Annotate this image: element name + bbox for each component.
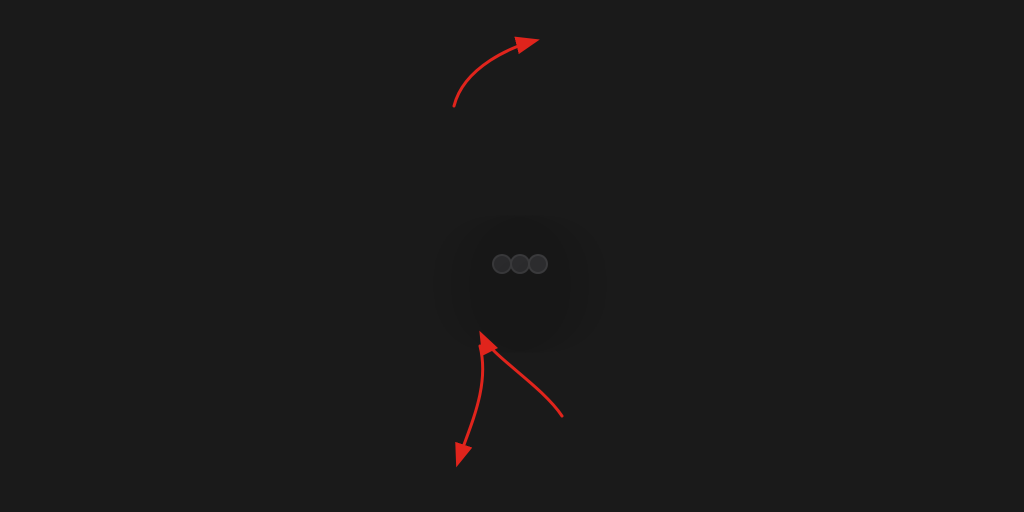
red-arrow-3 — [410, 336, 510, 476]
phone-frame-3: 3:00 ▐▐▐ WiFi ▮ General Software Update … — [530, 256, 546, 272]
phone-frame-2: 3:08 ▐▐▐ WiFi ▮ Settings General Abo — [512, 256, 528, 272]
red-arrow-1 — [434, 26, 554, 126]
phone-frame-1: 3:00 ▐▐▐ WiFi ▮ Settings Wi-Fi — [494, 256, 510, 272]
red-arrow-2 — [462, 316, 582, 436]
